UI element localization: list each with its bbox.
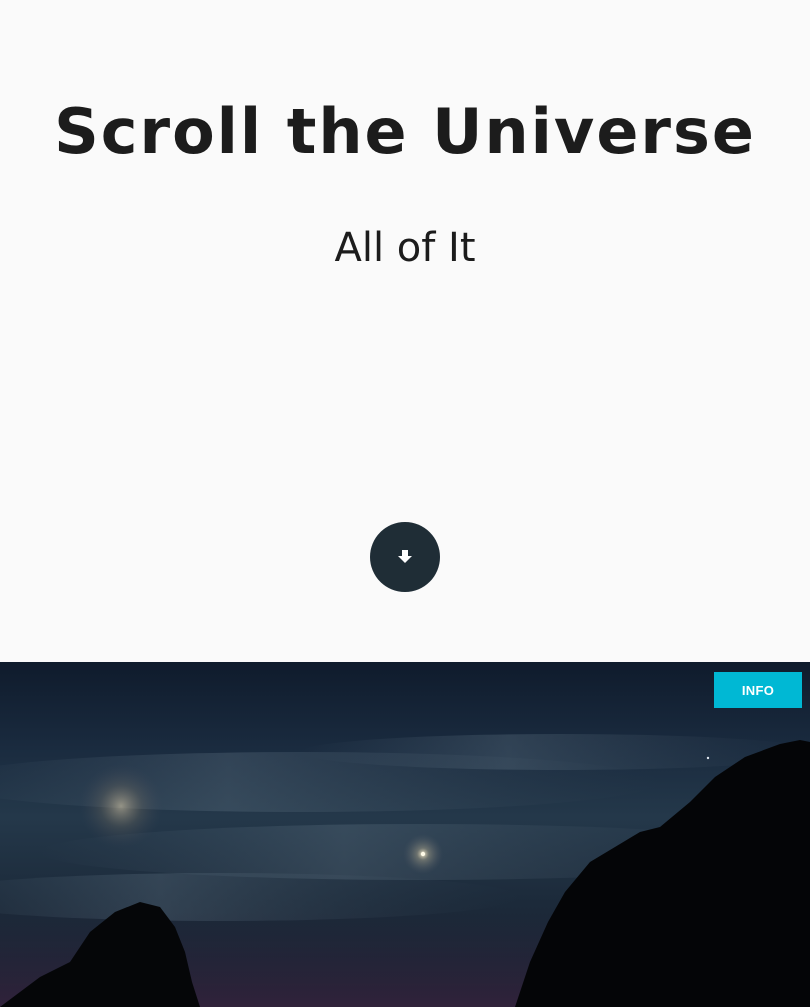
hero-section: Scroll the Universe All of It (0, 0, 810, 662)
page-title: Scroll the Universe (54, 95, 756, 168)
info-button[interactable]: INFO (714, 672, 802, 708)
scroll-down-button[interactable] (370, 522, 440, 592)
page-subtitle: All of It (334, 225, 476, 271)
arrow-down-icon (398, 550, 412, 563)
night-sky-image (0, 734, 810, 1007)
night-sky-photo: INFO (0, 662, 810, 1007)
